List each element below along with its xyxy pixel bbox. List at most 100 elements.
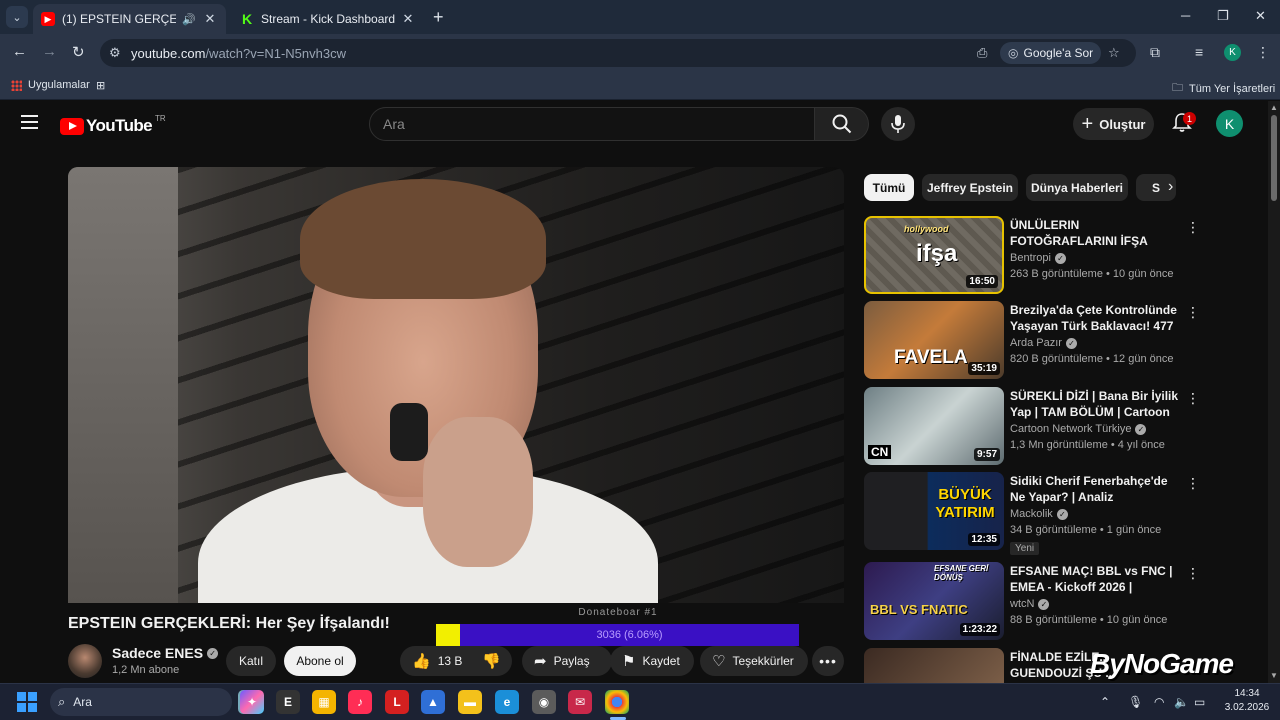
photos-icon[interactable]: ▲: [421, 690, 445, 714]
restore-icon[interactable]: ❐: [1217, 8, 1229, 24]
like-count[interactable]: 13 B: [438, 654, 463, 668]
forward-icon[interactable]: →: [42, 43, 57, 60]
dislike-icon[interactable]: 👎: [482, 652, 501, 670]
battery-icon[interactable]: ▭: [1194, 695, 1205, 709]
youtube-logo[interactable]: YouTube TR: [60, 114, 166, 136]
video-thumbnail[interactable]: [864, 648, 1004, 683]
search-box[interactable]: [369, 107, 815, 141]
video-thumbnail[interactable]: EFSANE GERİ DÖNÜŞ BBL VS FNATIC 1:23:22: [864, 562, 1004, 640]
bookmark-all[interactable]: 🗀 Tüm Yer İşaretleri: [1172, 79, 1275, 98]
file-explorer-icon[interactable]: ▬: [458, 690, 482, 714]
chevron-right-icon[interactable]: ›: [1168, 178, 1173, 196]
kebab-menu-icon[interactable]: ⋮: [1186, 566, 1200, 580]
recommendation-title[interactable]: ÜNLÜLERIN FOTOĞRAFLARINI İFŞA EDEN HACKE…: [1010, 217, 1182, 251]
epic-games-icon[interactable]: E: [276, 690, 300, 714]
recommendation-item[interactable]: CN 9:57 SÜREKLİ DİZİ | Bana Bir İyilik Y…: [864, 387, 1204, 467]
chrome-icon[interactable]: [605, 690, 629, 714]
chip-jeffrey-epstein[interactable]: Jeffrey Epstein: [922, 174, 1018, 201]
url-text[interactable]: youtube.com/watch?v=N1-N5nvh3cw: [131, 46, 346, 61]
kebab-menu-icon[interactable]: ⋮: [1186, 305, 1200, 319]
back-icon[interactable]: ←: [12, 43, 27, 60]
recommendation-item[interactable]: EFSANE GERİ DÖNÜŞ BBL VS FNATIC 1:23:22 …: [864, 562, 1204, 642]
recommendation-title[interactable]: SÜREKLİ DİZİ | Bana Bir İyilik Yap | TAM…: [1010, 388, 1182, 422]
thanks-button[interactable]: ♡ Teşekkürler: [700, 646, 808, 676]
tab-youtube[interactable]: ▶ (1) EPSTEIN GERÇEKLERİ: Her Şey İfşala…: [33, 4, 226, 34]
like-icon[interactable]: 👍: [412, 652, 431, 670]
recommendation-item[interactable]: BÜYÜK YATIRIM 12:35 Sidiki Cherif Fenerb…: [864, 472, 1204, 555]
video-thumbnail[interactable]: FAVELA 35:19: [864, 301, 1004, 379]
video-thumbnail[interactable]: BÜYÜK YATIRIM 12:35: [864, 472, 1004, 550]
music-icon[interactable]: ♪: [348, 690, 372, 714]
microsoft-store-icon[interactable]: ▦: [312, 690, 336, 714]
browser-profile-avatar[interactable]: K: [1224, 44, 1241, 61]
more-actions-button[interactable]: •••: [812, 646, 844, 676]
video-thumbnail[interactable]: hollywood ifşa 16:50: [864, 216, 1004, 294]
bookmark-star-icon[interactable]: ☆: [1108, 45, 1120, 61]
recommendation-channel[interactable]: Arda Pazır ✓: [1010, 337, 1077, 349]
channel-avatar[interactable]: [68, 644, 102, 678]
scroll-down-icon[interactable]: ▼: [1270, 671, 1278, 680]
reload-icon[interactable]: ↻: [72, 43, 85, 61]
video-thumbnail[interactable]: CN 9:57: [864, 387, 1004, 465]
create-button[interactable]: + Oluştur: [1073, 108, 1154, 140]
copilot-icon[interactable]: ✦: [240, 690, 264, 714]
kebab-menu-icon[interactable]: ⋮: [1186, 391, 1200, 405]
omnibox[interactable]: ⚙ youtube.com/watch?v=N1-N5nvh3cw ⎙ ◎ Go…: [100, 39, 1136, 67]
taskbar-search[interactable]: ⌕ Ara: [50, 688, 232, 716]
recommendation-item[interactable]: FAVELA 35:19 Brezilya'da Çete Kontrolünd…: [864, 301, 1204, 381]
tab-groups-icon[interactable]: ⊞: [96, 79, 105, 92]
scrollbar-thumb[interactable]: [1271, 115, 1277, 201]
windows-start-icon[interactable]: [17, 692, 37, 712]
extensions-icon[interactable]: ⧉: [1150, 44, 1160, 61]
menu-icon[interactable]: ⋮: [1256, 44, 1270, 61]
account-avatar[interactable]: K: [1216, 110, 1243, 137]
join-button[interactable]: Katıl: [226, 646, 276, 676]
mail-app-icon[interactable]: ✉: [568, 690, 592, 714]
close-window-icon[interactable]: ✕: [1255, 8, 1266, 24]
tray-chevron-icon[interactable]: ⌃: [1100, 695, 1110, 709]
channel-name[interactable]: Sadece ENES ✓: [112, 645, 219, 661]
close-tab-icon[interactable]: ✕: [400, 11, 416, 27]
kebab-menu-icon[interactable]: ⋮: [1186, 476, 1200, 490]
tab-search-button[interactable]: ⌄: [6, 6, 28, 28]
recommendation-channel[interactable]: wtcN ✓: [1010, 598, 1050, 610]
close-tab-icon[interactable]: ✕: [202, 11, 218, 27]
wifi-icon[interactable]: ◠: [1154, 695, 1164, 709]
recommendation-title[interactable]: Brezilya'da Çete Kontrolünde Yaşayan Tür…: [1010, 302, 1182, 336]
video-player[interactable]: [68, 167, 844, 603]
chip-all[interactable]: Tümü: [864, 174, 914, 201]
tab-kick[interactable]: K Stream - Kick Dashboard ✕: [232, 4, 424, 34]
volume-icon[interactable]: 🔈: [1174, 695, 1189, 709]
google-ask-button[interactable]: ◎ Google'a Sor: [1000, 42, 1102, 64]
recommendation-channel[interactable]: Bentropi ✓: [1010, 252, 1066, 264]
minimize-icon[interactable]: ─: [1181, 8, 1190, 23]
cast-icon[interactable]: ⎙: [977, 45, 987, 61]
voice-search-button[interactable]: [881, 107, 915, 141]
recommendation-item[interactable]: hollywood ifşa 16:50 ÜNLÜLERIN FOTOĞRAFL…: [864, 216, 1204, 296]
search-button[interactable]: [815, 107, 869, 141]
menu-hamburger-icon[interactable]: [21, 115, 38, 129]
page-scrollbar[interactable]: ▲ ▼: [1268, 101, 1280, 683]
bookmark-apps[interactable]: Uygulamalar: [11, 79, 90, 91]
new-tab-button[interactable]: +: [433, 7, 444, 28]
recommendation-title[interactable]: EFSANE MAÇ! BBL vs FNC | EMEA - Kickoff …: [1010, 563, 1182, 595]
subscribe-button[interactable]: Abone ol: [284, 646, 356, 676]
recommendation-title[interactable]: Sidiki Cherif Fenerbahçe'de Ne Yapar? | …: [1010, 473, 1182, 507]
kebab-menu-icon[interactable]: ⋮: [1186, 220, 1200, 234]
new-badge: Yeni: [1010, 542, 1040, 555]
chip-world-news[interactable]: Dünya Haberleri: [1026, 174, 1128, 201]
speaker-icon[interactable]: 🔊: [182, 13, 196, 26]
recommendation-channel[interactable]: Cartoon Network Türkiye ✓: [1010, 423, 1147, 435]
recommendation-channel[interactable]: Mackolik ✓: [1010, 508, 1068, 520]
taskbar-clock[interactable]: 14:34 3.02.2026: [1218, 687, 1276, 715]
scroll-up-icon[interactable]: ▲: [1270, 103, 1278, 112]
edge-icon[interactable]: e: [495, 690, 519, 714]
site-info-icon[interactable]: ⚙: [109, 45, 121, 61]
obs-icon[interactable]: ◉: [532, 690, 556, 714]
share-button[interactable]: ➦ Paylaş: [522, 646, 612, 676]
l-app-icon[interactable]: L: [385, 690, 409, 714]
search-input[interactable]: [383, 116, 803, 132]
tab-media-icon[interactable]: ≡: [1195, 44, 1203, 60]
save-button[interactable]: ⚑ Kaydet: [610, 646, 694, 676]
microphone-tray-icon[interactable]: 🎙: [1128, 695, 1143, 709]
